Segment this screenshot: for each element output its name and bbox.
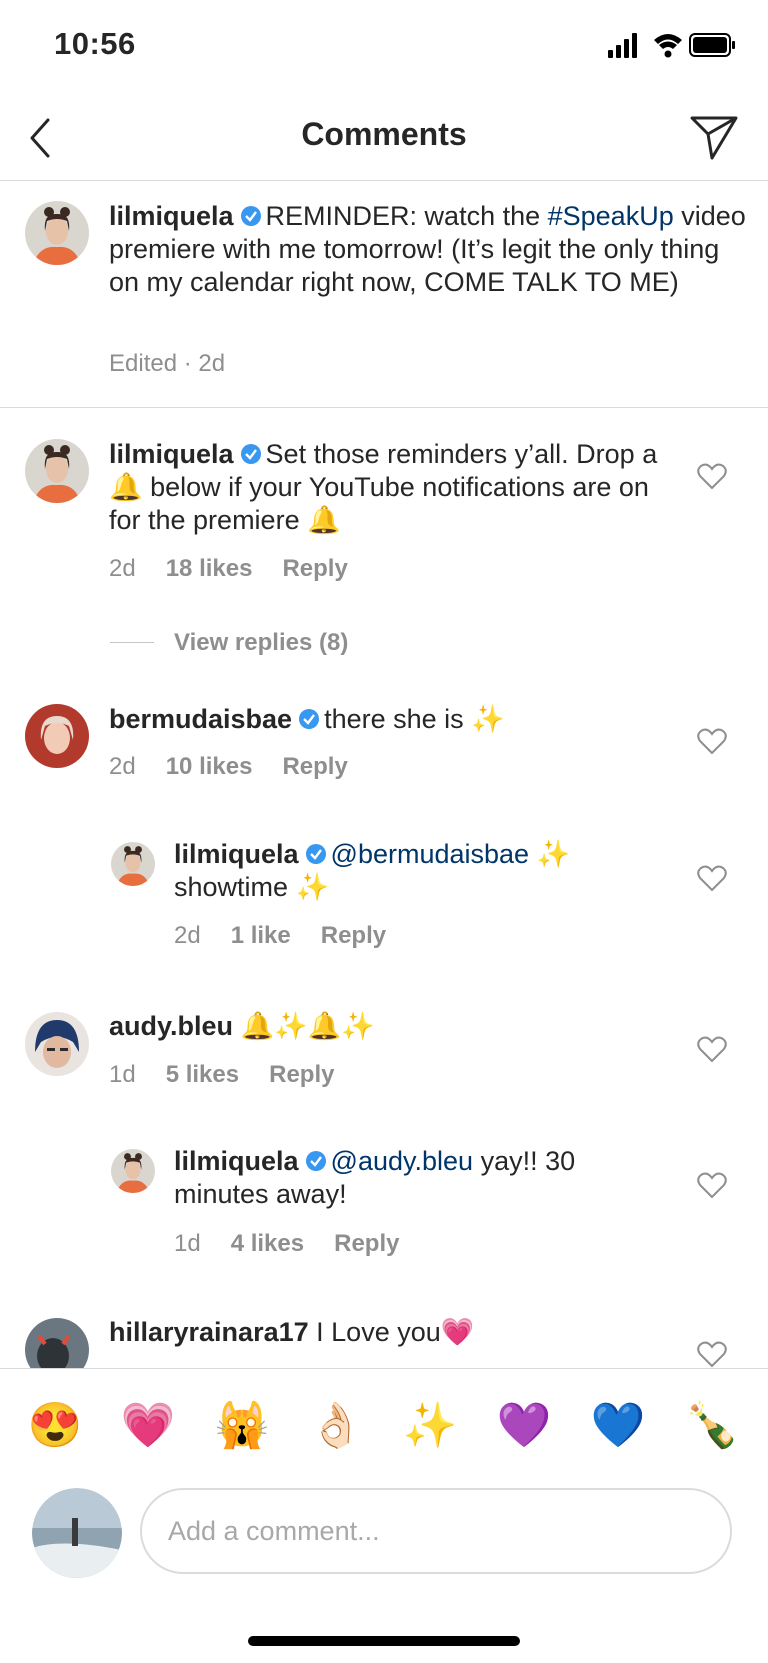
username[interactable]: audy.bleu: [109, 1011, 233, 1041]
username[interactable]: lilmiquela: [109, 439, 234, 469]
caption-text: lilmiquela REMINDER: watch the #SpeakUp v…: [109, 201, 746, 297]
avatar[interactable]: [111, 1149, 155, 1193]
emoji-button[interactable]: 💙: [588, 1399, 648, 1451]
verified-badge-icon: [240, 206, 261, 226]
emoji-button[interactable]: 💗: [118, 1399, 178, 1451]
like-heart-icon[interactable]: [697, 462, 727, 490]
comment-meta: 2d 18 likes Reply: [109, 555, 348, 582]
hashtag-link[interactable]: #SpeakUp: [548, 201, 674, 231]
avatar[interactable]: [25, 1012, 89, 1076]
emoji-button[interactable]: ✨: [400, 1399, 460, 1451]
reply-button[interactable]: Reply: [282, 555, 347, 582]
username[interactable]: lilmiquela: [174, 1146, 299, 1176]
emoji-button[interactable]: 🙀: [212, 1399, 272, 1451]
reply-meta: 1d 4 likes Reply: [174, 1230, 400, 1257]
avatar[interactable]: [25, 704, 89, 768]
avatar[interactable]: [32, 1488, 122, 1578]
emoji-button[interactable]: 🍾: [682, 1399, 742, 1451]
view-replies-button[interactable]: View replies (8): [174, 629, 348, 657]
status-icons: [608, 33, 735, 58]
comment-text: lilmiquela Set those reminders y’all. Dro…: [109, 439, 658, 535]
reply-meta: 2d 1 like Reply: [174, 922, 387, 949]
username[interactable]: hillaryrainara17: [109, 1317, 309, 1347]
emoji-bar: 😍 💗 🙀 👌🏻 ✨ 💜 💙 🍾: [0, 1368, 768, 1487]
reply-text: lilmiquela @audy.bleu yay!! 30 minutes aw…: [174, 1146, 576, 1209]
page-title: Comments: [301, 116, 467, 152]
reply-button[interactable]: Reply: [282, 753, 347, 780]
header: Comments: [0, 96, 768, 181]
avatar[interactable]: [111, 842, 155, 886]
username[interactable]: lilmiquela: [109, 201, 234, 231]
caption-meta: Edited · 2d: [109, 350, 226, 377]
username[interactable]: lilmiquela: [174, 839, 299, 869]
verified-badge-icon: [305, 1151, 326, 1171]
avatar[interactable]: [25, 201, 89, 265]
signal-icon: [608, 33, 637, 58]
mention-link[interactable]: @bermudaisbae: [331, 839, 530, 869]
comment-text: bermudaisbae there she is ✨: [109, 704, 505, 734]
verified-badge-icon: [305, 844, 326, 864]
comment-input[interactable]: [140, 1488, 732, 1574]
like-heart-icon[interactable]: [697, 727, 727, 755]
username[interactable]: bermudaisbae: [109, 704, 292, 734]
mention-link[interactable]: @audy.bleu: [331, 1146, 474, 1176]
reply-button[interactable]: Reply: [334, 1230, 399, 1257]
status-time: 10:56: [54, 26, 136, 61]
like-heart-icon[interactable]: [697, 864, 727, 892]
divider: [0, 407, 768, 408]
battery-icon: [689, 33, 735, 57]
like-heart-icon[interactable]: [697, 1035, 727, 1063]
verified-badge-icon: [240, 444, 261, 464]
reply-button[interactable]: Reply: [269, 1061, 334, 1088]
reply-text: lilmiquela @bermudaisbae ✨ showtime ✨: [174, 839, 571, 902]
avatar[interactable]: [25, 439, 89, 503]
wifi-icon: [654, 34, 682, 58]
home-indicator: [248, 1636, 520, 1646]
like-heart-icon[interactable]: [697, 1340, 727, 1368]
verified-badge-icon: [299, 709, 320, 729]
comment-meta: 1d 5 likes Reply: [109, 1061, 335, 1088]
comment-meta: 2d 10 likes Reply: [109, 753, 348, 780]
send-icon[interactable]: [688, 110, 740, 162]
emoji-button[interactable]: 👌🏻: [306, 1399, 366, 1451]
replies-line: [110, 642, 154, 643]
like-heart-icon[interactable]: [697, 1171, 727, 1199]
comment-text: audy.bleu 🔔✨🔔✨: [109, 1011, 376, 1041]
reply-button[interactable]: Reply: [321, 922, 386, 949]
emoji-button[interactable]: 💜: [494, 1399, 554, 1451]
comment-text: hillaryrainara17 I Love you💗: [109, 1317, 475, 1347]
emoji-button[interactable]: 😍: [25, 1399, 85, 1451]
